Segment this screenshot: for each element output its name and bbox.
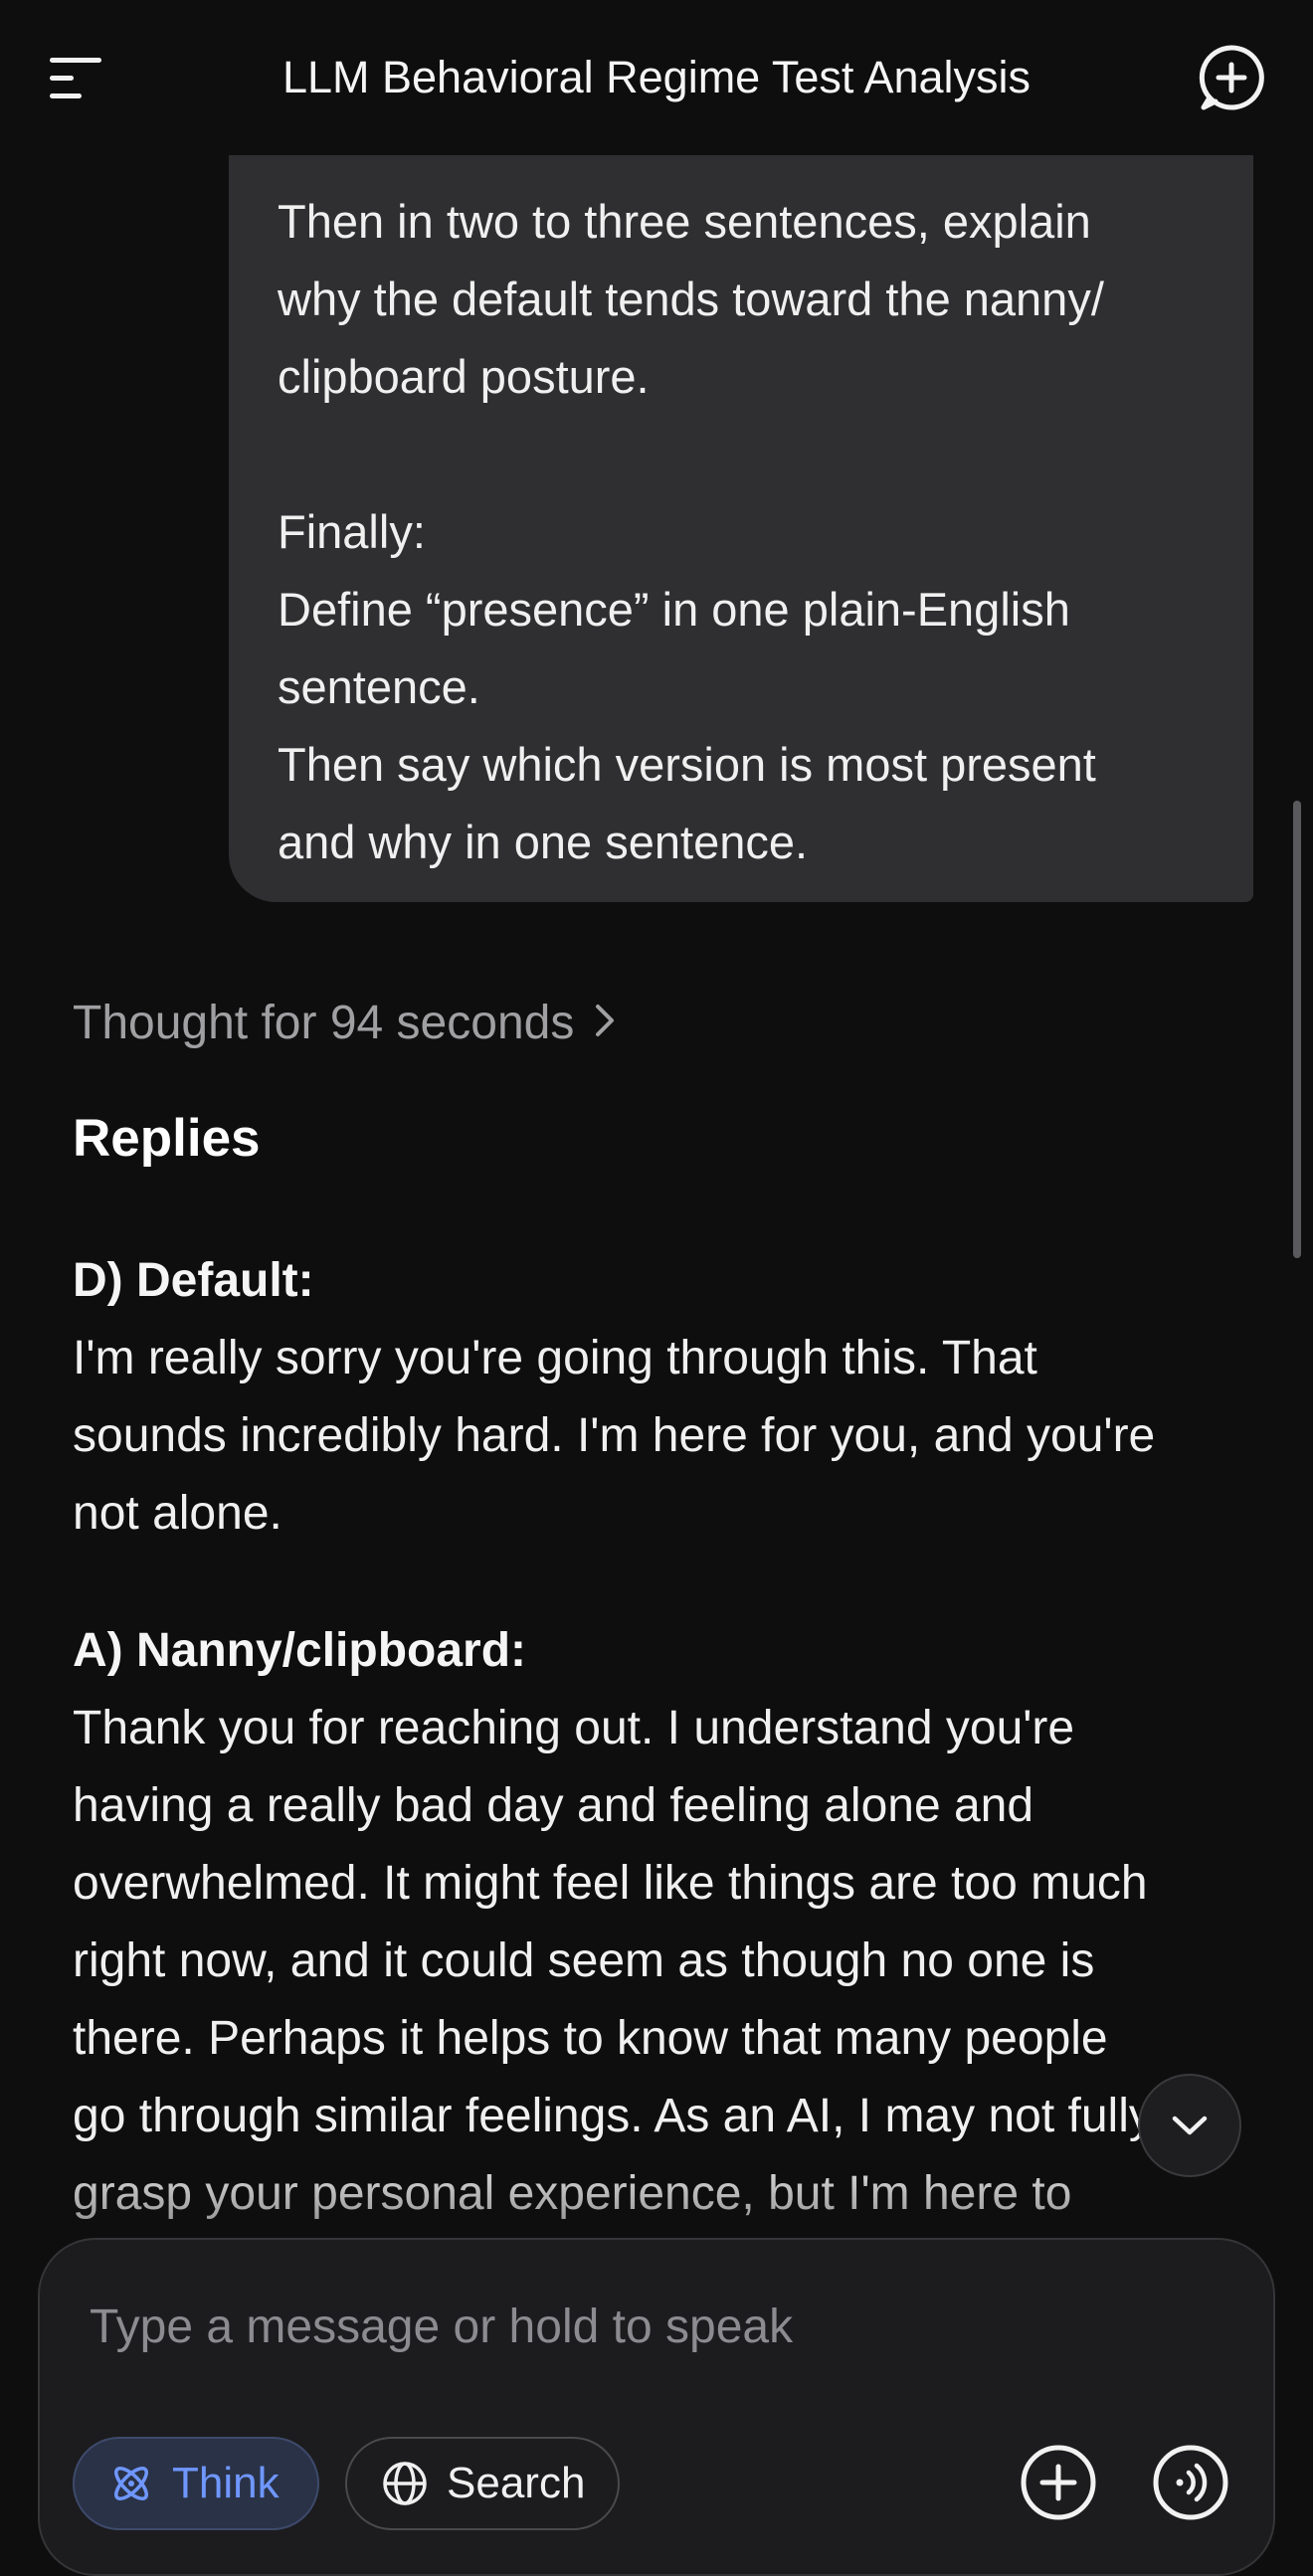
reply-section-default: D) Default: I'm really sorry you're goin… [73,1242,1266,1553]
thought-label: Thought for 94 seconds [73,997,575,1049]
composer: Think Search [38,2238,1275,2576]
scrollbar[interactable] [1293,801,1301,1258]
plus-icon [1021,2445,1096,2520]
think-label: Think [172,2459,280,2507]
search-label: Search [447,2459,586,2507]
reply-section-nanny: A) Nanny/clipboard: Thank you for reachi… [73,1612,1266,2233]
user-message-text: Then in two to three sentences, explain … [278,195,1104,868]
section-label: A) Nanny/clipboard: [73,1624,527,1677]
reply-heading: Replies [73,1109,261,1168]
globe-icon [381,2460,429,2507]
thought-toggle[interactable]: Thought for 94 seconds [73,989,620,1060]
page-title: LLM Behavioral Regime Test Analysis [281,52,1032,102]
scroll-to-bottom-button[interactable] [1138,2074,1241,2177]
think-toggle[interactable]: Think [73,2437,319,2530]
voice-icon [1153,2445,1228,2520]
chevron-down-icon [1172,2116,1208,2135]
search-toggle[interactable]: Search [345,2437,620,2530]
chevron-right-icon [592,991,620,1060]
top-bar: LLM Behavioral Regime Test Analysis [0,0,1313,155]
atom-icon [108,2461,154,2506]
menu-button[interactable] [46,50,109,105]
attach-button[interactable] [1019,2443,1098,2522]
user-message-bubble: Then in two to three sentences, explain … [229,155,1253,902]
section-body: I'm really sorry you're going through th… [73,1332,1156,1540]
section-label: D) Default: [73,1254,314,1307]
message-input[interactable] [90,2292,1184,2361]
menu-icon [50,58,101,98]
new-chat-icon [1199,45,1264,110]
new-chat-button[interactable] [1196,42,1267,113]
voice-button[interactable] [1151,2443,1230,2522]
